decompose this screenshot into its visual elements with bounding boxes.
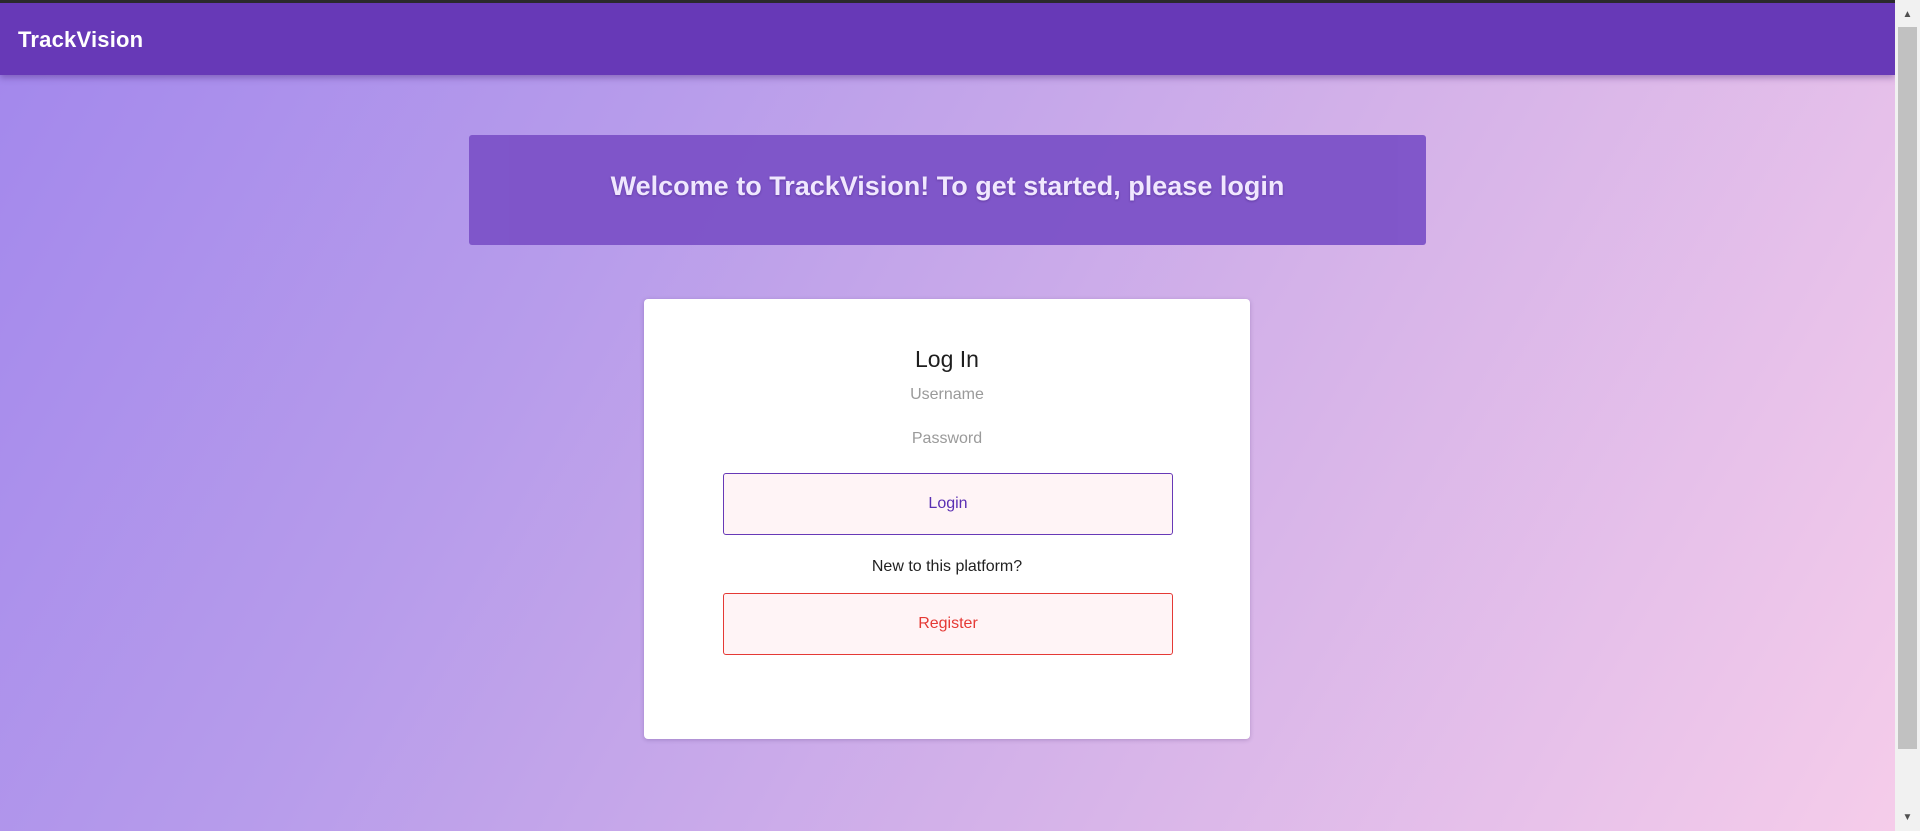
scrollbar-thumb[interactable] bbox=[1898, 27, 1917, 749]
welcome-banner: Welcome to TrackVision! To get started, … bbox=[469, 135, 1426, 245]
username-input[interactable] bbox=[722, 380, 1172, 410]
login-title: Log In bbox=[915, 346, 979, 372]
register-button[interactable]: Register bbox=[723, 593, 1173, 655]
password-input[interactable] bbox=[722, 424, 1172, 454]
app-title[interactable]: TrackVision bbox=[18, 27, 143, 53]
new-user-prompt: New to this platform? bbox=[871, 558, 1023, 575]
app-bar: TrackVision bbox=[0, 3, 1895, 75]
vertical-scrollbar[interactable]: ▲ ▼ bbox=[1895, 0, 1920, 831]
welcome-banner-text: Welcome to TrackVision! To get started, … bbox=[610, 171, 1285, 201]
login-button[interactable]: Login bbox=[723, 473, 1173, 535]
arrow-up-icon[interactable]: ▲ bbox=[1895, 5, 1920, 25]
arrow-down-icon[interactable]: ▼ bbox=[1895, 808, 1920, 828]
